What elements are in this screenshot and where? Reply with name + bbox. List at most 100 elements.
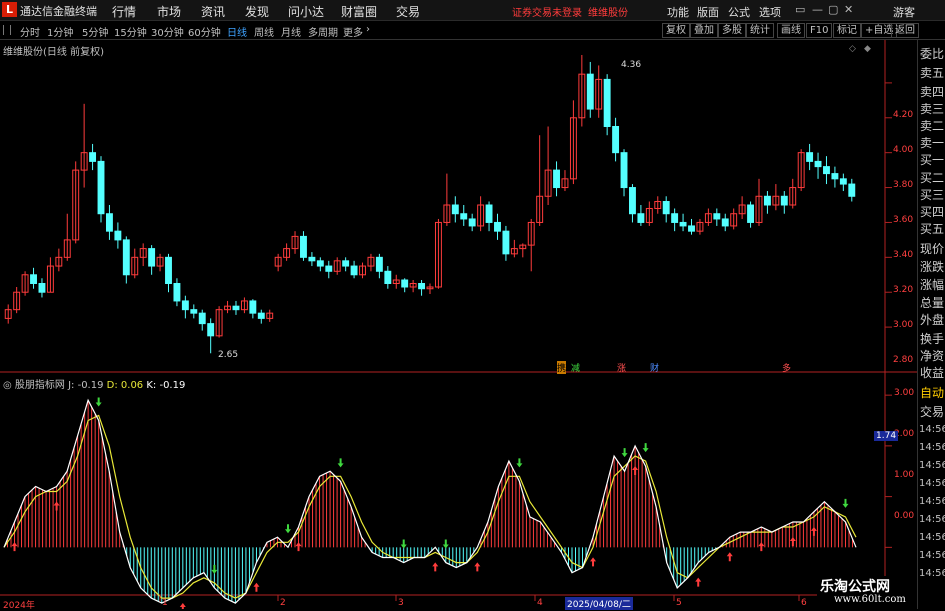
buy-arrow-icon: [632, 466, 639, 476]
login-status[interactable]: 证券交易未登录: [512, 4, 582, 19]
candle-body: [603, 78, 611, 127]
zoom-icon[interactable]: ◆: [864, 44, 871, 54]
sidebar-item[interactable]: 买五: [920, 220, 944, 237]
menu-ask-xiaoda[interactable]: 问小达: [288, 3, 324, 20]
close-icon[interactable]: ✕: [844, 3, 853, 16]
candle-body: [823, 166, 830, 175]
period-daily[interactable]: 日线: [227, 24, 247, 39]
period-multi[interactable]: 多周期: [308, 24, 338, 39]
candle-body: [502, 230, 510, 255]
sidebar-item[interactable]: 买三: [920, 186, 944, 203]
sidebar-item[interactable]: 卖二: [920, 117, 944, 134]
sell-arrow-icon: [621, 448, 628, 458]
menu-function[interactable]: 功能: [667, 4, 689, 20]
candle-body: [612, 126, 620, 154]
period-30min[interactable]: 30分钟: [151, 24, 184, 39]
tool-mark[interactable]: 标记: [833, 23, 861, 38]
menu-options[interactable]: 选项: [759, 4, 781, 20]
menu-trade[interactable]: 交易: [396, 3, 420, 20]
event-badge[interactable]: 财: [650, 361, 659, 374]
candle-body: [637, 213, 645, 223]
sidebar-item[interactable]: 买一: [920, 151, 944, 168]
period-1min[interactable]: 1分钟: [47, 24, 73, 39]
candle-body: [814, 160, 822, 168]
candle-body: [553, 169, 560, 189]
sell-arrow-icon: [442, 539, 449, 549]
period-intraday[interactable]: 分时: [20, 24, 40, 39]
candle-body: [806, 152, 814, 162]
chevron-right-icon[interactable]: ›: [366, 24, 370, 35]
menu-market[interactable]: 市场: [157, 3, 181, 20]
candle-body: [30, 274, 37, 284]
date-cursor-label: 2025/04/08/二: [565, 597, 633, 610]
candle-body: [384, 270, 392, 285]
sidebar-item[interactable]: 总量: [920, 294, 944, 311]
event-badge[interactable]: 携: [557, 361, 567, 374]
sidebar-item[interactable]: 换手: [920, 330, 944, 347]
event-badge[interactable]: 多: [782, 361, 791, 374]
tool-stats[interactable]: 统计: [746, 23, 774, 38]
menu-news[interactable]: 资讯: [201, 3, 225, 20]
sidebar-item[interactable]: 卖一: [920, 134, 944, 151]
candle-body: [460, 213, 468, 220]
buy-arrow-icon: [810, 526, 817, 536]
candle-body: [688, 225, 695, 232]
sidebar-item[interactable]: 现价: [920, 240, 944, 257]
restore-icon[interactable]: ▭: [795, 3, 805, 16]
period-60min[interactable]: 60分钟: [188, 24, 221, 39]
sidebar-item[interactable]: 收益: [920, 364, 944, 381]
sidebar-mode-auto[interactable]: 自动: [920, 384, 944, 401]
candle-body: [780, 195, 788, 206]
menu-wealth-circle[interactable]: 财富圈: [341, 3, 377, 20]
indicator-j: J: -0.19: [68, 380, 104, 391]
sidebar-item[interactable]: 涨幅: [920, 276, 944, 293]
menu-layout[interactable]: 版面: [697, 4, 719, 20]
sidebar-item[interactable]: 涨跌: [920, 258, 944, 275]
tool-f10[interactable]: F10: [806, 23, 833, 38]
sidebar-item[interactable]: 净资: [920, 347, 944, 364]
minimize-icon[interactable]: —: [812, 3, 823, 16]
sell-arrow-icon: [400, 539, 407, 549]
maximize-icon[interactable]: ▢: [828, 3, 838, 16]
period-toolbar: 分时 1分钟 5分钟 15分钟 30分钟 60分钟 日线 周线 月线 多周期 更…: [0, 21, 945, 40]
candle-body: [181, 300, 189, 311]
sell-arrow-icon: [516, 458, 523, 468]
candle-body: [316, 260, 324, 267]
tick-time: 14:56: [919, 460, 945, 471]
tool-back[interactable]: 返回: [891, 23, 919, 38]
menu-formula[interactable]: 公式: [728, 4, 750, 20]
buy-arrow-icon: [590, 557, 597, 567]
sidebar-item[interactable]: 卖三: [920, 100, 944, 117]
sidebar-item[interactable]: 卖四: [920, 83, 944, 100]
sell-arrow-icon: [642, 443, 649, 453]
tick-time: 14:56: [919, 568, 945, 579]
tool-draw[interactable]: 画线: [777, 23, 805, 38]
sidebar-item[interactable]: 委比: [920, 45, 944, 62]
sidebar-item[interactable]: 买二: [920, 169, 944, 186]
period-monthly[interactable]: 月线: [281, 24, 301, 39]
period-5min[interactable]: 5分钟: [82, 24, 108, 39]
period-weekly[interactable]: 周线: [254, 24, 274, 39]
sidebar-item[interactable]: 外盘: [920, 311, 944, 328]
period-more[interactable]: 更多: [343, 24, 363, 39]
event-badge[interactable]: 涨: [617, 361, 626, 374]
tool-overlay[interactable]: 叠加: [690, 23, 718, 38]
period-15min[interactable]: 15分钟: [114, 24, 147, 39]
sidebar-item[interactable]: 卖五: [920, 64, 944, 81]
candle-body: [494, 221, 501, 232]
candle-body: [831, 173, 839, 180]
chart-area[interactable]: [0, 40, 917, 609]
sell-arrow-icon: [285, 524, 291, 534]
menu-quotes[interactable]: 行情: [112, 3, 136, 20]
settings-icon[interactable]: ◇: [849, 44, 856, 54]
user-guest[interactable]: 游客: [893, 4, 915, 20]
indicator-name[interactable]: 股朋指标网: [15, 380, 65, 391]
tool-multi-stock[interactable]: 多股: [718, 23, 746, 38]
menu-discover[interactable]: 发现: [245, 3, 269, 20]
candle-body: [418, 283, 426, 290]
event-badge[interactable]: 减: [571, 361, 580, 374]
tool-adjust[interactable]: 复权: [662, 23, 690, 38]
sidebar-item[interactable]: 买四: [920, 203, 944, 220]
indicator-settings-icon[interactable]: ◎: [3, 380, 15, 391]
sidebar-trade[interactable]: 交易: [920, 403, 944, 420]
